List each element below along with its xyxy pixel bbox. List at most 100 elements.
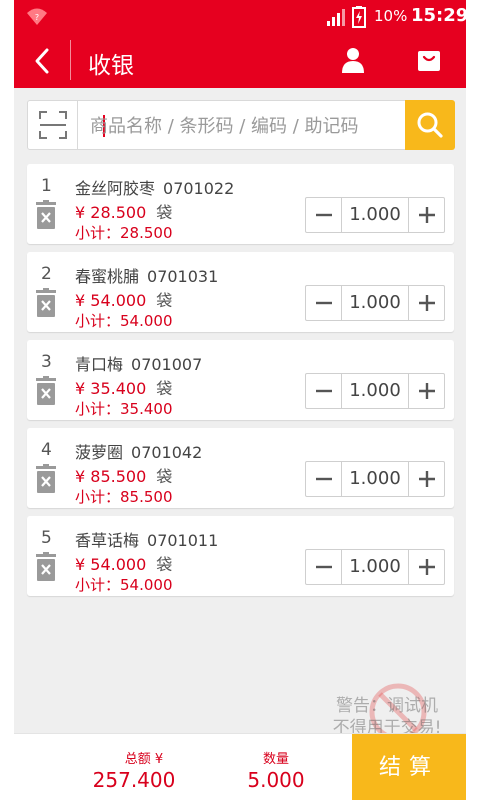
item-name-line: 菠萝圈 0701042 — [75, 439, 202, 463]
increase-button[interactable] — [408, 374, 444, 408]
quantity-stepper: 1.000 — [305, 285, 445, 321]
user-icon[interactable] — [340, 46, 366, 74]
search-button[interactable] — [405, 100, 455, 150]
quantity-stepper: 1.000 — [305, 549, 445, 585]
total-label: 总额 ¥ — [124, 752, 164, 767]
cart-item: 1 金丝阿胶枣 0701022 ¥ 28.500 袋 小计：28.500 1.000 — [27, 164, 454, 244]
item-unit: 袋 — [156, 379, 173, 398]
quantity-value[interactable]: 1.000 — [342, 374, 408, 408]
checkout-bar: 总额 ¥ 257.400 数量 5.000 结算 — [14, 733, 466, 800]
debug-warning-line1: 警告：调试机 — [336, 696, 438, 716]
item-index: 1 — [41, 176, 52, 196]
item-subtotal: 小计：54.000 — [75, 312, 173, 330]
notification-icon: ? — [27, 8, 47, 25]
item-index: 2 — [41, 264, 52, 284]
item-index: 3 — [41, 352, 52, 372]
item-name-line: 香草话梅 0701011 — [75, 527, 218, 551]
quantity-value[interactable]: 1.000 — [342, 198, 408, 232]
trash-icon[interactable] — [35, 464, 57, 494]
item-index: 4 — [41, 440, 52, 460]
scan-icon — [39, 111, 67, 139]
item-price-line: ¥ 28.500 袋 — [75, 199, 172, 223]
trash-icon[interactable] — [35, 376, 57, 406]
quantity-value[interactable]: 1.000 — [342, 550, 408, 584]
decrease-button[interactable] — [306, 462, 342, 496]
item-price-line: ¥ 35.400 袋 — [75, 375, 172, 399]
checkout-button[interactable]: 结算 — [352, 734, 466, 800]
minus-icon — [316, 301, 332, 305]
trash-icon[interactable] — [35, 288, 57, 318]
item-subtotal: 小计：35.400 — [75, 400, 173, 418]
app-root: ? 10% 15:29 收银 商品名称 / 条形码 / 编码 / 助记码 1 金… — [14, 0, 469, 800]
cart-item: 4 菠萝圈 0701042 ¥ 85.500 袋 小计：85.500 1.000 — [27, 428, 454, 508]
plus-icon — [419, 207, 435, 223]
item-unit: 袋 — [156, 467, 173, 486]
item-code: 0701042 — [131, 443, 203, 462]
quantity-value[interactable]: 1.000 — [342, 462, 408, 496]
quantity-stepper: 1.000 — [305, 373, 445, 409]
app-header: 收银 — [14, 34, 466, 88]
search-icon — [417, 112, 443, 138]
item-unit: 袋 — [156, 291, 173, 310]
signal-icon — [327, 9, 345, 26]
item-code: 0701007 — [131, 355, 203, 374]
plus-icon — [419, 559, 435, 575]
item-code: 0701022 — [163, 179, 235, 198]
plus-icon — [419, 383, 435, 399]
svg-text:?: ? — [35, 13, 39, 22]
cart-item: 2 春蜜桃脯 0701031 ¥ 54.000 袋 小计：54.000 1.000 — [27, 252, 454, 332]
quantity-stepper: 1.000 — [305, 461, 445, 497]
item-price: ¥ 85.500 — [75, 467, 147, 486]
item-price: ¥ 35.400 — [75, 379, 147, 398]
decrease-button[interactable] — [306, 374, 342, 408]
search-input[interactable] — [90, 112, 410, 140]
item-code: 0701031 — [147, 267, 219, 286]
item-subtotal: 小计：54.000 — [75, 576, 173, 594]
decrease-button[interactable] — [306, 286, 342, 320]
minus-icon — [316, 213, 332, 217]
minus-icon — [316, 389, 332, 393]
item-name-line: 春蜜桃脯 0701031 — [75, 263, 218, 287]
back-icon[interactable] — [32, 46, 52, 76]
status-bar: ? 10% 15:29 — [14, 0, 469, 34]
item-price-line: ¥ 85.500 袋 — [75, 463, 172, 487]
item-unit: 袋 — [156, 555, 173, 574]
cart-list: 1 金丝阿胶枣 0701022 ¥ 28.500 袋 小计：28.500 1.000… — [27, 164, 454, 604]
cart-item: 5 香草话梅 0701011 ¥ 54.000 袋 小计：54.000 1.000 — [27, 516, 454, 596]
status-time: 15:29 — [411, 5, 469, 26]
minus-icon — [316, 477, 332, 481]
increase-button[interactable] — [408, 462, 444, 496]
page-title: 收银 — [88, 53, 134, 79]
item-name-line: 青口梅 0701007 — [75, 351, 202, 375]
quantity-value[interactable]: 1.000 — [342, 286, 408, 320]
item-price-line: ¥ 54.000 袋 — [75, 287, 172, 311]
item-price: ¥ 54.000 — [75, 291, 147, 310]
item-name: 香草话梅 — [75, 531, 140, 550]
item-subtotal: 小计：28.500 — [75, 224, 173, 242]
trash-icon[interactable] — [35, 552, 57, 582]
item-name: 菠萝圈 — [75, 443, 124, 462]
decrease-button[interactable] — [306, 550, 342, 584]
plus-icon — [419, 295, 435, 311]
scan-button[interactable] — [28, 101, 78, 149]
trash-icon[interactable] — [35, 200, 57, 230]
item-name-line: 金丝阿胶枣 0701022 — [75, 175, 234, 199]
item-price: ¥ 28.500 — [75, 203, 147, 222]
item-code: 0701011 — [147, 531, 219, 550]
item-subtotal: 小计：85.500 — [75, 488, 173, 506]
item-name: 金丝阿胶枣 — [75, 179, 156, 198]
item-price: ¥ 54.000 — [75, 555, 147, 574]
increase-button[interactable] — [408, 550, 444, 584]
shopping-bag-icon[interactable] — [416, 46, 442, 74]
decrease-button[interactable] — [306, 198, 342, 232]
increase-button[interactable] — [408, 286, 444, 320]
quantity-stepper: 1.000 — [305, 197, 445, 233]
battery-icon — [352, 6, 366, 28]
increase-button[interactable] — [408, 198, 444, 232]
quantity-total-label: 数量 — [262, 752, 289, 767]
battery-percent: 10% — [374, 7, 408, 25]
minus-icon — [316, 565, 332, 569]
cart-item: 3 青口梅 0701007 ¥ 35.400 袋 小计：35.400 1.000 — [27, 340, 454, 420]
item-unit: 袋 — [156, 203, 173, 222]
header-divider — [70, 40, 71, 80]
